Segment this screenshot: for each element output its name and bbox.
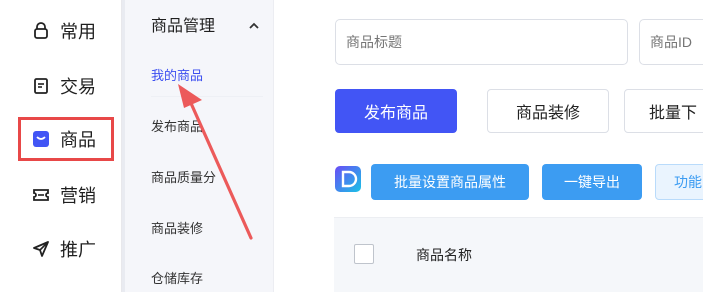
- column-product-name: 商品名称: [416, 248, 472, 264]
- document-icon: [32, 77, 50, 95]
- nav-item-trade[interactable]: 交易: [18, 64, 114, 108]
- app-logo-icon: [335, 166, 361, 192]
- subnav-item-inventory[interactable]: 仓储库存: [151, 268, 203, 287]
- subnav-item-my-products[interactable]: 我的商品: [151, 65, 203, 84]
- ticket-icon: [32, 186, 50, 204]
- product-id-input[interactable]: [639, 19, 703, 65]
- batch-set-attributes-button[interactable]: 批量设置商品属性: [371, 164, 529, 200]
- nav-item-label: 常用: [60, 22, 96, 43]
- nav-item-marketing[interactable]: 营销: [18, 173, 114, 217]
- product-decoration-button[interactable]: 商品装修: [487, 89, 609, 133]
- nav-item-label: 推广: [60, 240, 96, 261]
- nav-item-label: 商品: [60, 130, 96, 151]
- chevron-up-icon[interactable]: [249, 15, 259, 34]
- batch-button[interactable]: 批量下: [624, 89, 703, 133]
- product-icon: [32, 130, 50, 148]
- nav-item-product[interactable]: 商品: [18, 117, 114, 161]
- bag-icon: [32, 22, 50, 40]
- nav-item-promotion[interactable]: 推广: [18, 227, 114, 271]
- product-title-input[interactable]: [335, 19, 628, 65]
- nav-item-label: 交易: [60, 77, 96, 98]
- secondary-nav: 商品管理 我的商品 发布商品 商品质量分 商品装修 仓储库存: [122, 0, 274, 292]
- select-all-checkbox[interactable]: [354, 244, 374, 264]
- subnav-title[interactable]: 商品管理: [151, 12, 215, 36]
- subnav-item-decoration[interactable]: 商品装修: [151, 218, 203, 237]
- divider: [151, 96, 263, 97]
- send-icon: [32, 240, 50, 258]
- nav-item-label: 营销: [60, 186, 96, 207]
- table-header: 商品名称: [334, 217, 703, 292]
- nav-item-common[interactable]: 常用: [18, 9, 114, 53]
- export-button[interactable]: 一键导出: [542, 164, 642, 200]
- primary-nav: 常用 交易 商品 营销 推广: [0, 0, 122, 292]
- features-button[interactable]: 功能: [655, 164, 703, 200]
- main-content: 发布商品 商品装修 批量下 批量设置商品属性 一键导出 功能 商品名称: [275, 0, 703, 292]
- subnav-item-publish[interactable]: 发布商品: [151, 116, 203, 135]
- subnav-item-quality[interactable]: 商品质量分: [151, 167, 216, 186]
- publish-product-button[interactable]: 发布商品: [335, 89, 457, 133]
